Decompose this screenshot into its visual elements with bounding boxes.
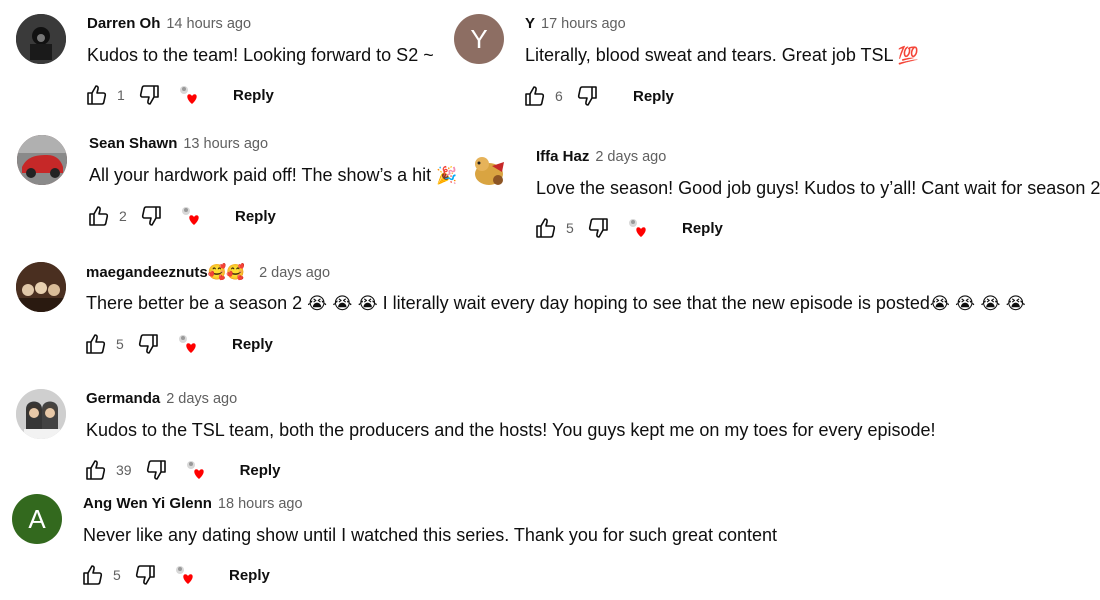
comment-actions: 2 Reply	[85, 202, 457, 230]
comment-author[interactable]: Iffa Haz	[536, 148, 589, 165]
comment-timestamp[interactable]: 2 days ago	[595, 149, 666, 165]
avatar[interactable]: A	[12, 494, 62, 544]
comment-actions: 6 Reply	[521, 82, 919, 110]
avatar[interactable]: Y	[454, 14, 504, 64]
avatar[interactable]	[470, 152, 508, 190]
thumbs-down-icon	[136, 332, 160, 356]
comment-timestamp[interactable]: 13 hours ago	[183, 136, 268, 152]
comment-author[interactable]: Ang Wen Yi Glenn	[83, 495, 212, 512]
avatar[interactable]	[16, 262, 66, 312]
thumbs-down-icon	[586, 216, 610, 240]
comment-text-part: There better be a season 2	[86, 293, 303, 313]
thumbs-down-icon	[139, 204, 163, 228]
comment-text: Literally, blood sweat and tears. Great …	[525, 43, 919, 68]
thumbs-down-icon	[575, 84, 599, 108]
thumbs-up-icon	[84, 332, 108, 356]
like-button[interactable]	[82, 456, 110, 484]
comment-timestamp[interactable]: 2 days ago	[166, 391, 237, 407]
thumbs-up-icon	[84, 458, 108, 482]
dislike-button[interactable]	[135, 81, 163, 109]
creator-heart-icon	[179, 203, 205, 229]
comment-actions: 5 Reply	[532, 214, 1100, 242]
crying-face-emoji: 😭 😭 😭 😭	[929, 294, 1026, 314]
avatar[interactable]	[17, 135, 67, 185]
dislike-button[interactable]	[134, 330, 162, 358]
like-count: 1	[117, 87, 125, 103]
comment-text: Love the season! Good job guys! Kudos to…	[536, 178, 1100, 198]
dislike-button[interactable]	[573, 82, 601, 110]
comment-author[interactable]: Y	[525, 15, 535, 32]
avatar[interactable]	[16, 389, 66, 439]
avatar-letter: Y	[470, 23, 488, 54]
comment-author[interactable]: Germanda	[86, 390, 160, 407]
creator-heart-icon	[177, 82, 203, 108]
comment-author[interactable]: maegandeeznuts🥰🥰	[86, 263, 245, 281]
avatar[interactable]	[16, 14, 66, 64]
dislike-button[interactable]	[142, 456, 170, 484]
reply-button[interactable]: Reply	[229, 204, 282, 229]
comment-timestamp[interactable]: 14 hours ago	[166, 16, 251, 32]
like-count: 5	[113, 567, 121, 583]
comment-text-body: All your hardwork paid off! The show’s a…	[89, 165, 432, 185]
comment-timestamp[interactable]: 2 days ago	[259, 265, 330, 281]
reply-button[interactable]: Reply	[226, 332, 279, 357]
thumbs-up-icon	[534, 216, 558, 240]
like-button[interactable]	[79, 561, 107, 589]
reply-button[interactable]: Reply	[227, 83, 280, 108]
smiling-hearts-emoji: 🥰🥰	[207, 263, 246, 281]
creator-heart-icon	[176, 331, 202, 357]
creator-heart-icon	[184, 457, 210, 483]
like-button[interactable]	[83, 81, 111, 109]
like-button[interactable]	[521, 82, 549, 110]
comment-text: There better be a season 2 😭 😭 😭 I liter…	[86, 291, 1026, 316]
comment-actions: 5 Reply	[82, 330, 1026, 358]
thumbs-up-icon	[523, 84, 547, 108]
comment-timestamp[interactable]: 17 hours ago	[541, 16, 626, 32]
dislike-button[interactable]	[137, 202, 165, 230]
avatar-letter: A	[28, 503, 46, 534]
comment-timestamp[interactable]: 18 hours ago	[218, 496, 303, 512]
comment-text: All your hardwork paid off! The show’s a…	[89, 163, 457, 188]
comment-author[interactable]: Sean Shawn	[89, 135, 177, 152]
dislike-button[interactable]	[584, 214, 612, 242]
like-button[interactable]	[532, 214, 560, 242]
like-count: 39	[116, 462, 132, 478]
thumbs-up-icon	[85, 83, 109, 107]
reply-button[interactable]: Reply	[627, 84, 680, 109]
dislike-button[interactable]	[131, 561, 159, 589]
thumbs-up-icon	[87, 204, 111, 228]
party-popper-emoji: 🎉	[436, 166, 458, 186]
like-count: 6	[555, 88, 563, 104]
thumbs-down-icon	[137, 83, 161, 107]
author-name: maegandeeznuts	[86, 264, 208, 281]
like-count: 2	[119, 208, 127, 224]
comment-text-part: I literally wait every day hoping to see…	[382, 293, 930, 313]
comment-text-body: Literally, blood sweat and tears. Great …	[525, 45, 893, 65]
reply-button[interactable]: Reply	[234, 458, 287, 483]
thumbs-up-icon	[81, 563, 105, 587]
comment-actions: 39 Reply	[82, 456, 936, 484]
comment-text: Kudos to the team! Looking forward to S2…	[87, 45, 434, 65]
reply-button[interactable]: Reply	[676, 216, 729, 241]
like-button[interactable]	[82, 330, 110, 358]
hundred-points-emoji: 💯	[897, 46, 920, 66]
comment-author[interactable]: Darren Oh	[87, 15, 160, 32]
creator-heart-icon	[173, 562, 199, 588]
like-count: 5	[116, 336, 124, 352]
crying-face-emoji: 😭 😭 😭	[307, 294, 378, 314]
reply-button[interactable]: Reply	[223, 563, 276, 588]
like-count: 5	[566, 220, 574, 236]
thumbs-down-icon	[144, 458, 168, 482]
comment-text: Kudos to the TSL team, both the producer…	[86, 420, 936, 440]
comment-actions: 1 Reply	[83, 81, 434, 109]
creator-heart-icon	[626, 215, 652, 241]
comment-text: Never like any dating show until I watch…	[83, 525, 778, 545]
thumbs-down-icon	[133, 563, 157, 587]
comment-actions: 5 Reply	[79, 561, 777, 589]
like-button[interactable]	[85, 202, 113, 230]
